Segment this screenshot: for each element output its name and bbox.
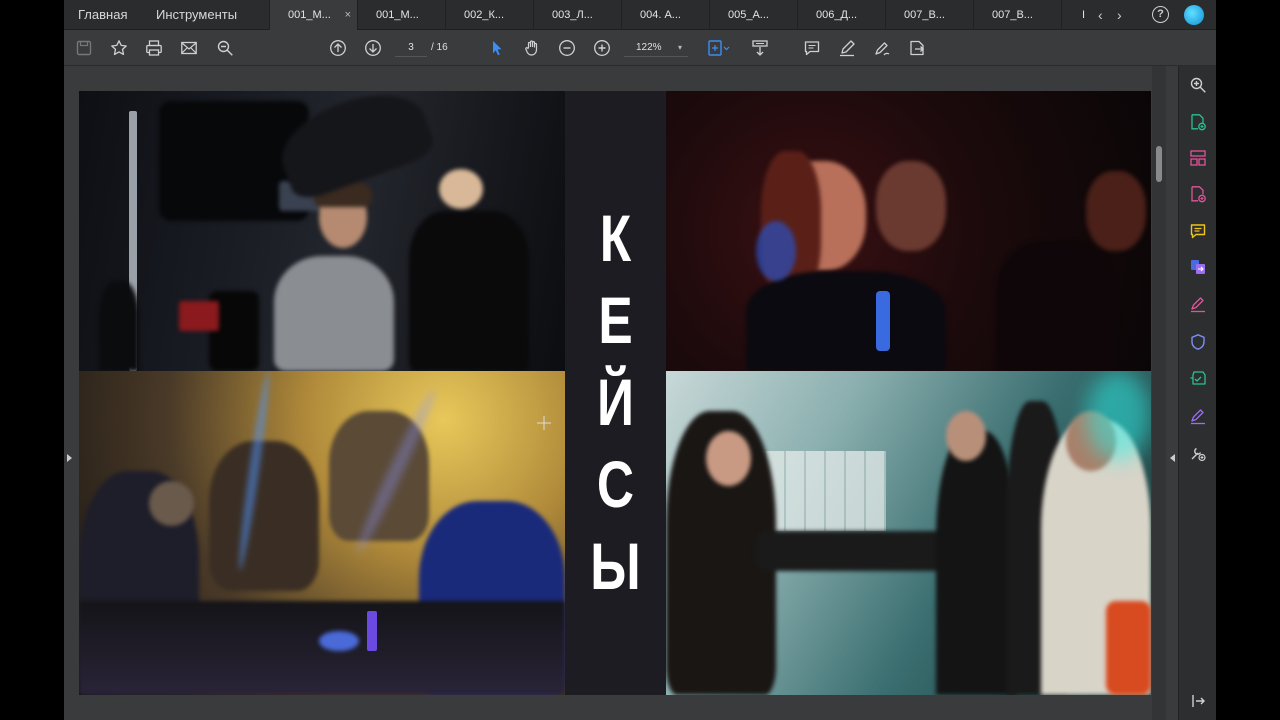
export-icon[interactable]	[906, 37, 928, 59]
fill-sign-icon[interactable]	[1188, 294, 1208, 314]
heading-letter: Е	[598, 283, 633, 357]
organize-pages-icon[interactable]	[1188, 148, 1208, 168]
document-viewport[interactable]: К Е Й С Ы	[64, 66, 1175, 720]
edit-pdf-icon[interactable]	[1188, 184, 1208, 204]
zoom-in-icon[interactable]	[591, 37, 613, 59]
tab-scroll-right-icon[interactable]: ›	[1117, 0, 1122, 30]
hand-icon[interactable]	[521, 37, 543, 59]
tab-scroll-left-icon[interactable]: ‹	[1098, 0, 1103, 30]
save-icon[interactable]	[73, 37, 95, 59]
page-number-input[interactable]: 3	[395, 39, 427, 57]
create-pdf-icon[interactable]	[1188, 112, 1208, 132]
left-panel-toggle-icon[interactable]	[67, 454, 72, 462]
tab-document-4[interactable]: 003_Л...	[533, 0, 621, 30]
collapse-panel-icon[interactable]	[1188, 691, 1208, 711]
highlight-pen-icon[interactable]	[836, 37, 858, 59]
letterbox-left	[0, 0, 64, 720]
fit-page-icon[interactable]	[704, 37, 734, 59]
crosshair-cursor-icon	[537, 416, 551, 430]
tab-label: 002_К...	[464, 9, 505, 21]
tab-label: 001_М...	[288, 9, 331, 21]
pdf-page: К Е Й С Ы	[79, 91, 1151, 695]
letterbox-right	[1216, 0, 1280, 720]
tools-sidebar	[1178, 66, 1216, 720]
pdf-viewer-window: Главная Инструменты 001_М... × 001_М... …	[64, 0, 1216, 720]
main-toolbar: 3 / 16 122% ▾	[64, 30, 1216, 66]
photo-ritual-scene	[79, 371, 565, 695]
tab-document-9[interactable]: 007_В...	[973, 0, 1061, 30]
zoom-value: 122%	[636, 42, 662, 53]
zoom-search-icon[interactable]	[1188, 75, 1208, 95]
tab-document-10[interactable]: I	[1061, 0, 1091, 30]
protect-icon[interactable]	[1188, 332, 1208, 352]
menu-tools[interactable]: Инструменты	[156, 0, 237, 30]
tab-document-1[interactable]: 001_М... ×	[269, 0, 357, 30]
export-pdf-icon[interactable]	[1188, 257, 1208, 277]
search-zoom-icon[interactable]	[214, 37, 236, 59]
comment-icon[interactable]	[801, 37, 823, 59]
more-tools-icon[interactable]	[1188, 443, 1208, 463]
photo-teal-room-rig	[666, 371, 1151, 695]
tab-label: 003_Л...	[552, 9, 593, 21]
tab-document-6[interactable]: 005_А...	[709, 0, 797, 30]
tab-label: I	[1082, 9, 1086, 21]
heading-letter: Й	[596, 365, 635, 439]
photo-dark-audience	[666, 91, 1151, 371]
right-panel-toggle-icon[interactable]	[1170, 454, 1175, 462]
tab-label: 005_А...	[728, 9, 769, 21]
tab-label: 007_В...	[992, 9, 1033, 21]
heading-letter: Ы	[590, 529, 641, 603]
star-icon[interactable]	[108, 37, 130, 59]
request-signature-icon[interactable]	[1188, 406, 1208, 426]
select-arrow-icon[interactable]	[486, 37, 508, 59]
scrollbar-thumb[interactable]	[1156, 146, 1162, 182]
help-icon[interactable]: ?	[1152, 6, 1169, 23]
mail-icon[interactable]	[178, 37, 200, 59]
vertical-scrollbar[interactable]	[1152, 66, 1166, 720]
page-down-icon[interactable]	[362, 37, 384, 59]
tab-label: 001_М...	[376, 9, 419, 21]
photo-film-crew-camera	[79, 91, 565, 371]
menu-home[interactable]: Главная	[78, 0, 127, 30]
tab-document-7[interactable]: 006_Д...	[797, 0, 885, 30]
tab-bar: Главная Инструменты 001_М... × 001_М... …	[64, 0, 1216, 30]
page-total-label: / 16	[431, 42, 448, 53]
tab-label: 004. А...	[640, 9, 681, 21]
comment-tool-icon[interactable]	[1188, 221, 1208, 241]
tab-document-3[interactable]: 002_К...	[445, 0, 533, 30]
chevron-down-icon: ▾	[677, 43, 682, 52]
account-avatar-icon[interactable]	[1184, 5, 1204, 25]
zoom-out-icon[interactable]	[556, 37, 578, 59]
page-up-icon[interactable]	[327, 37, 349, 59]
heading-letter: К	[599, 201, 632, 275]
zoom-level-select[interactable]: 122% ▾	[624, 39, 688, 57]
heading-column: К Е Й С Ы	[565, 91, 666, 695]
heading-letter: С	[596, 447, 635, 521]
tab-document-5[interactable]: 004. А...	[621, 0, 709, 30]
print-icon[interactable]	[143, 37, 165, 59]
scroll-mode-icon[interactable]	[749, 37, 771, 59]
tab-close-icon[interactable]: ×	[345, 0, 351, 30]
tab-document-8[interactable]: 007_В...	[885, 0, 973, 30]
tab-label: 007_В...	[904, 9, 945, 21]
tab-label: 006_Д...	[816, 9, 858, 21]
scan-icon[interactable]	[1188, 368, 1208, 388]
tab-document-2[interactable]: 001_М...	[357, 0, 445, 30]
sign-icon[interactable]	[871, 37, 893, 59]
